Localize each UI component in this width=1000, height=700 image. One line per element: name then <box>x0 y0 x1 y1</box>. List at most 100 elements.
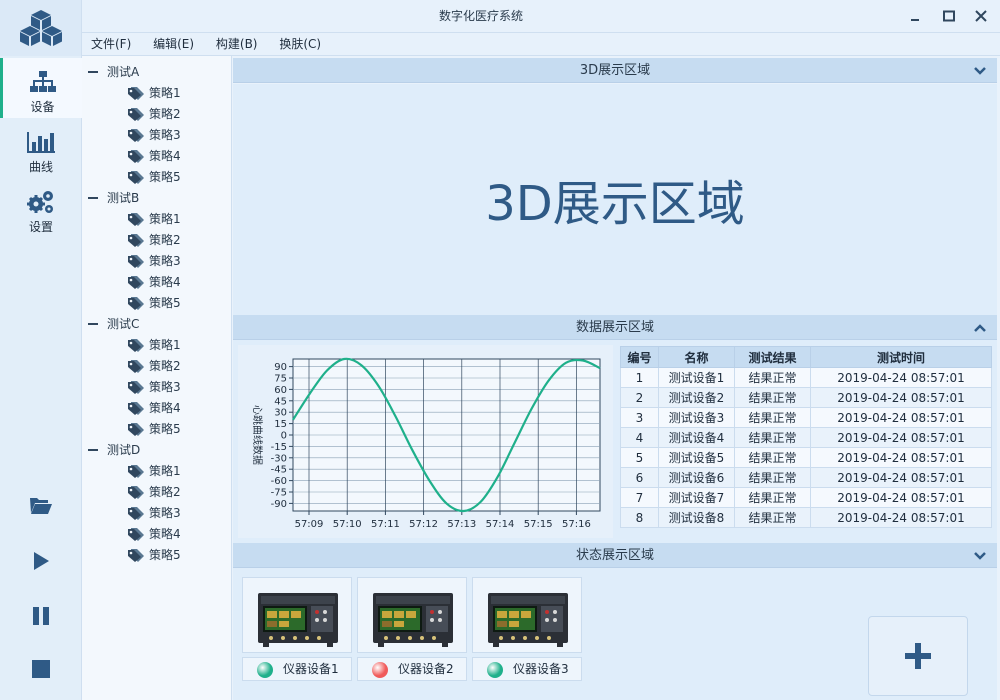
tree-item-label: 策略5 <box>149 170 181 184</box>
col-header-time[interactable]: 测试时间 <box>810 346 992 368</box>
minimize-icon[interactable] <box>906 7 924 25</box>
tags-icon <box>128 150 144 163</box>
y-tick-label: 15 <box>274 419 287 430</box>
device-status[interactable]: 仪器设备2 <box>357 657 467 681</box>
menu-build[interactable]: 构建(B) <box>207 33 267 56</box>
window-title: 数字化医疗系统 <box>438 9 523 23</box>
tags-icon <box>128 171 144 184</box>
nav-settings[interactable]: 设置 <box>0 178 82 238</box>
panel-data-header[interactable]: 数据展示区域 <box>233 315 997 340</box>
pause-icon[interactable] <box>26 601 56 631</box>
table-row[interactable]: 5 测试设备5 结果正常 2019-04-24 08:57:01 <box>620 447 992 468</box>
cell-name: 测试设备5 <box>658 447 735 468</box>
cell-time: 2019-04-24 08:57:01 <box>810 387 992 408</box>
table-row[interactable]: 3 测试设备3 结果正常 2019-04-24 08:57:01 <box>620 407 992 428</box>
nav-devices[interactable]: 设备 <box>0 58 82 118</box>
tree-item-label: 策略2 <box>149 485 181 499</box>
x-tick-label: 57:11 <box>371 519 400 530</box>
table-row[interactable]: 4 测试设备4 结果正常 2019-04-24 08:57:01 <box>620 427 992 448</box>
col-header-name[interactable]: 名称 <box>658 346 735 368</box>
y-tick-label: 30 <box>274 408 287 419</box>
cell-name: 测试设备1 <box>658 367 735 388</box>
table-row[interactable]: 7 测试设备7 结果正常 2019-04-24 08:57:01 <box>620 487 992 508</box>
x-tick-label: 57:09 <box>295 519 324 530</box>
panel-3d-title: 3D展示区域 <box>579 63 651 78</box>
bar-chart-icon <box>0 128 82 156</box>
device-card[interactable] <box>242 577 352 653</box>
device-card[interactable] <box>472 577 582 653</box>
status-dot-icon <box>257 662 273 678</box>
cell-id: 3 <box>620 407 659 428</box>
collapse-icon[interactable] <box>88 197 98 199</box>
y-tick-label: 90 <box>274 362 287 373</box>
tree-item-label: 策略3 <box>149 128 181 142</box>
cell-id: 7 <box>620 487 659 508</box>
tree-item-label: 策略2 <box>149 107 181 121</box>
status-dot-icon <box>372 662 388 678</box>
menu-skin[interactable]: 换肤(C) <box>270 33 330 56</box>
y-tick-label: 75 <box>274 374 287 385</box>
cell-id: 2 <box>620 387 659 408</box>
cell-id: 8 <box>620 507 659 528</box>
col-header-id[interactable]: 编号 <box>620 346 659 368</box>
device-label: 仪器设备2 <box>398 662 454 676</box>
device-status[interactable]: 仪器设备3 <box>472 657 582 681</box>
tree-item-label: 策略4 <box>149 527 181 541</box>
table-row[interactable]: 6 测试设备6 结果正常 2019-04-24 08:57:01 <box>620 467 992 488</box>
test-tree: 测试A 策略1 策略2 策略3 策略4 策略5 测试B 策略1 策略2 策略3 策略4 策略5 测试C 策… <box>82 56 232 700</box>
cell-id: 5 <box>620 447 659 468</box>
tags-icon <box>128 549 144 562</box>
panel-data-body: 90 75 60 45 30 15 0 -15 -30 -45 -60 -75 -90 57:09 57:1… <box>233 340 997 543</box>
cell-name: 测试设备6 <box>658 467 735 488</box>
chevron-up-icon[interactable] <box>973 321 987 335</box>
tree-item-label: 策略1 <box>149 464 181 478</box>
close-icon[interactable] <box>972 7 990 25</box>
device-label: 仪器设备3 <box>513 662 569 676</box>
chevron-down-icon[interactable] <box>973 64 987 78</box>
tags-icon <box>128 402 144 415</box>
panel-3d-header[interactable]: 3D展示区域 <box>233 58 997 83</box>
col-header-result[interactable]: 测试结果 <box>734 346 811 368</box>
tree-group-label: 测试C <box>107 317 140 331</box>
cell-name: 测试设备8 <box>658 507 735 528</box>
tree-item-label: 策略3 <box>149 506 181 520</box>
x-tick-label: 57:14 <box>486 519 515 530</box>
device-card[interactable] <box>357 577 467 653</box>
device-status[interactable]: 仪器设备1 <box>242 657 352 681</box>
maximize-icon[interactable] <box>940 7 958 25</box>
menu-edit[interactable]: 编辑(E) <box>144 33 203 56</box>
tags-icon <box>128 360 144 373</box>
cell-id: 1 <box>620 367 659 388</box>
collapse-icon[interactable] <box>88 323 98 325</box>
app-logo <box>0 0 82 56</box>
stop-icon[interactable] <box>26 654 56 684</box>
tags-icon <box>128 528 144 541</box>
menu-file[interactable]: 文件(F) <box>82 33 140 56</box>
y-tick-label: -75 <box>271 488 287 499</box>
tags-icon <box>128 507 144 520</box>
cell-result: 结果正常 <box>734 367 811 388</box>
tags-icon <box>128 108 144 121</box>
y-tick-label: 0 <box>281 431 287 442</box>
cell-result: 结果正常 <box>734 407 811 428</box>
table-row[interactable]: 8 测试设备8 结果正常 2019-04-24 08:57:01 <box>620 507 992 528</box>
oscilloscope-image <box>488 593 568 647</box>
tree-group-label: 测试B <box>107 191 140 205</box>
panel-status-header[interactable]: 状态展示区域 <box>233 543 997 568</box>
chevron-down-icon[interactable] <box>973 549 987 563</box>
nav-curves[interactable]: 曲线 <box>0 118 82 178</box>
collapse-icon[interactable] <box>88 449 98 451</box>
cell-result: 结果正常 <box>734 467 811 488</box>
x-tick-label: 57:13 <box>447 519 476 530</box>
table-row[interactable]: 2 测试设备2 结果正常 2019-04-24 08:57:01 <box>620 387 992 408</box>
collapse-icon[interactable] <box>88 71 98 73</box>
tags-icon <box>128 255 144 268</box>
folder-open-icon[interactable] <box>26 491 56 521</box>
play-icon[interactable] <box>26 546 56 576</box>
panel-3d-body: 3D展示区域 <box>233 84 997 315</box>
add-device-button[interactable] <box>868 616 968 696</box>
cell-result: 结果正常 <box>734 447 811 468</box>
table-row[interactable]: 1 测试设备1 结果正常 2019-04-24 08:57:01 <box>620 367 992 388</box>
cell-time: 2019-04-24 08:57:01 <box>810 447 992 468</box>
sitemap-icon <box>3 68 82 96</box>
